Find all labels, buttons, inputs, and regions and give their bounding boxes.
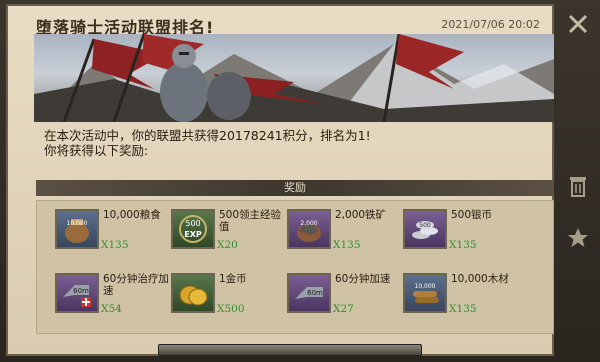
trash-icon	[570, 177, 586, 197]
favorite-button[interactable]	[564, 224, 592, 252]
food-badge: 10,000	[67, 220, 88, 227]
reward-name: 60分钟加速	[335, 273, 391, 285]
exp-label: EXP	[184, 230, 202, 239]
heal-badge: 60m	[73, 287, 89, 295]
reward-item-silver[interactable]: 500 500银币 X135	[403, 207, 523, 263]
reward-item-gold[interactable]: 1金币 X500	[171, 271, 291, 327]
reward-qty: X20	[217, 239, 238, 251]
reward-qty: X135	[449, 239, 477, 251]
exp-badge: 500	[185, 219, 200, 228]
close-icon	[568, 14, 588, 34]
knight-banner-art	[34, 34, 554, 122]
reward-qty: X27	[333, 303, 354, 315]
reward-qty: X135	[333, 239, 361, 251]
iron-ore-icon: 2,000	[287, 209, 331, 249]
message-line-2: 你将获得以下奖励:	[44, 143, 149, 158]
reward-item-heal-speedup[interactable]: 60m 60分钟治疗加速 X54	[55, 271, 175, 327]
silver-coins-icon: 500	[403, 209, 447, 249]
close-button[interactable]	[564, 10, 592, 38]
star-icon	[568, 228, 588, 247]
scrollbar[interactable]	[158, 344, 422, 356]
rewards-header: 奖励	[36, 180, 554, 196]
food-sack-icon: 10,000	[55, 209, 99, 249]
reward-name: 500领主经验值	[219, 209, 282, 233]
rewards-grid: 10,000 10,000粮食 X135 500 EXP 500领主经验值 X2…	[36, 200, 554, 334]
reward-name: 10,000粮食	[103, 209, 161, 221]
mail-sidebar	[556, 0, 600, 362]
wood-icon: 10,000	[403, 273, 447, 313]
gold-coin-icon	[171, 273, 215, 313]
reward-qty: X135	[101, 239, 129, 251]
message-line-1: 在本次活动中，你的联盟共获得20178241积分，排名为1!	[44, 128, 371, 143]
reward-name: 500银币	[451, 209, 493, 221]
speedup-icon: 60m	[287, 273, 331, 313]
reward-name: 1金币	[219, 273, 247, 285]
reward-name: 2,000铁矿	[335, 209, 387, 221]
reward-item-iron[interactable]: 2,000 2,000铁矿 X135	[287, 207, 407, 263]
heal-speedup-icon: 60m	[55, 273, 99, 313]
reward-message: 在本次活动中，你的联盟共获得20178241积分，排名为1! 你将获得以下奖励:	[44, 128, 371, 158]
reward-item-speedup[interactable]: 60m 60分钟加速 X27	[287, 271, 407, 327]
speedup-badge: 60m	[307, 289, 323, 297]
reward-item-wood[interactable]: 10,000 10,000木材 X135	[403, 271, 523, 327]
reward-name: 60分钟治疗加速	[103, 273, 169, 297]
mail-date: 2021/07/06 20:02	[441, 18, 540, 31]
reward-qty: X54	[101, 303, 122, 315]
iron-badge: 2,000	[300, 220, 317, 227]
silver-badge: 500	[419, 222, 431, 229]
reward-item-exp[interactable]: 500 EXP 500领主经验值 X20	[171, 207, 291, 263]
wood-badge: 10,000	[415, 283, 436, 290]
reward-qty: X500	[217, 303, 245, 315]
reward-name: 10,000木材	[451, 273, 509, 285]
exp-icon: 500 EXP	[171, 209, 215, 249]
event-banner	[34, 34, 554, 122]
reward-item-food[interactable]: 10,000 10,000粮食 X135	[55, 207, 175, 263]
reward-qty: X135	[449, 303, 477, 315]
delete-button[interactable]	[564, 172, 592, 200]
